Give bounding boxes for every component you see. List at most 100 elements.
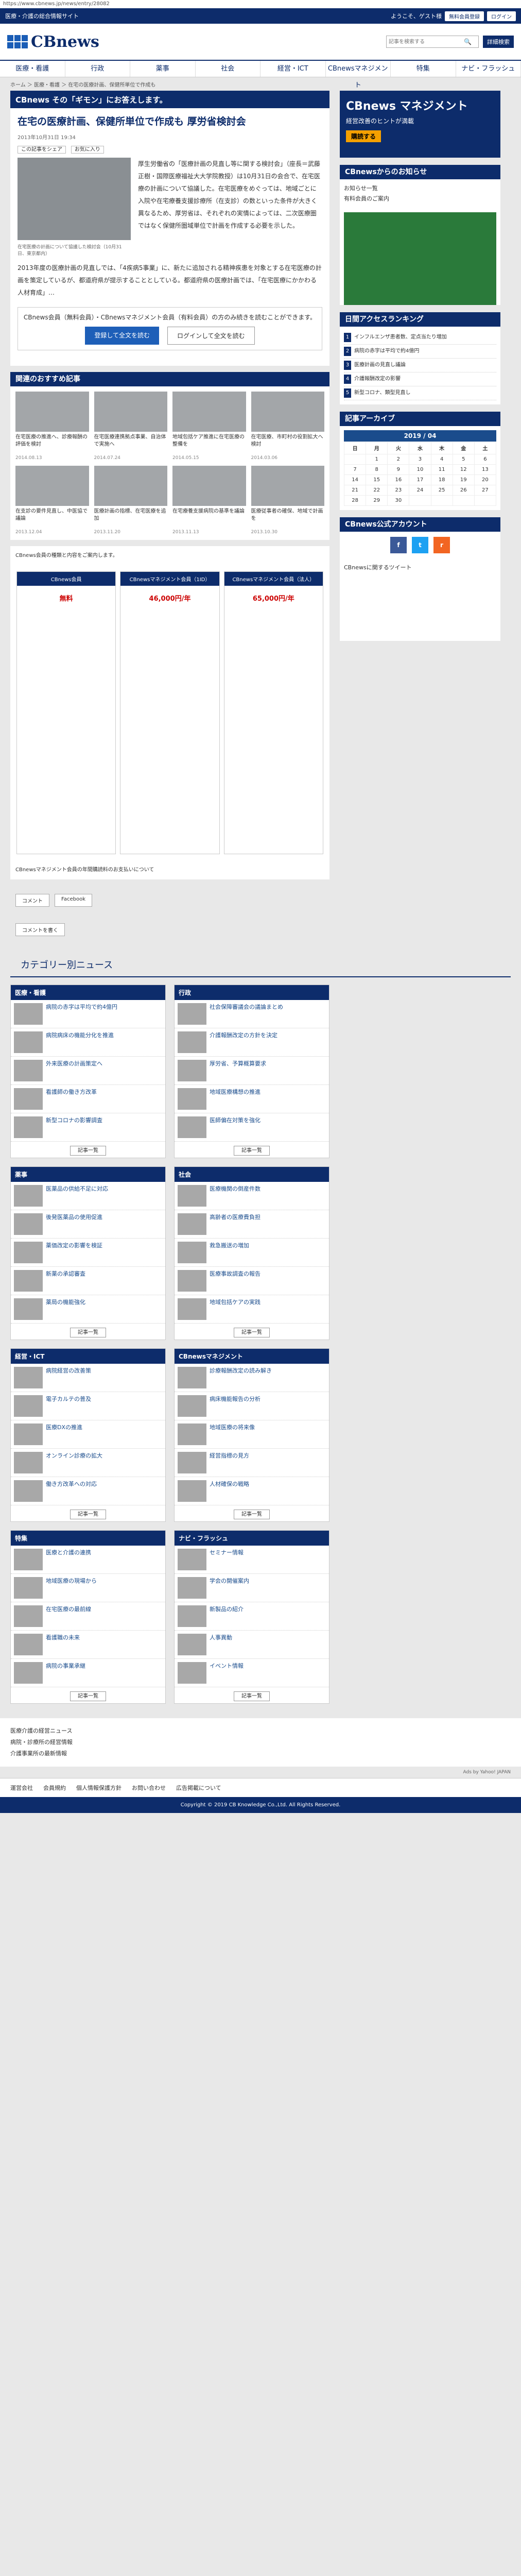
calendar-day[interactable]: 2 bbox=[387, 453, 410, 465]
related-item[interactable]: 在宅医療の推進へ、診療報酬の評価を検討 2014.08.13 bbox=[15, 391, 89, 461]
calendar-day[interactable] bbox=[343, 453, 367, 465]
category-item[interactable]: 新型コロナの影響調査 bbox=[11, 1113, 165, 1142]
category-item[interactable]: 救急搬送の増加 bbox=[175, 1239, 329, 1267]
calendar-day[interactable]: 30 bbox=[387, 495, 410, 506]
category-item[interactable]: 看護師の働き方改革 bbox=[11, 1085, 165, 1113]
facebook-icon[interactable]: f bbox=[390, 536, 407, 553]
calendar-day[interactable]: 23 bbox=[387, 484, 410, 496]
related-title[interactable]: 在支診の要件見直し、中医協で議論 bbox=[15, 508, 89, 530]
category-item-title[interactable]: 医療事故調査の報告 bbox=[210, 1270, 260, 1278]
category-item[interactable]: 介護報酬改定の方針を決定 bbox=[175, 1028, 329, 1057]
more-button[interactable]: 記事一覧 bbox=[234, 1327, 270, 1337]
category-item-title[interactable]: 厚労省、予算概算要求 bbox=[210, 1060, 266, 1067]
category-item[interactable]: 後発医薬品の使用促進 bbox=[11, 1210, 165, 1239]
category-item[interactable]: 社会保障審議会の議論まとめ bbox=[175, 1000, 329, 1028]
category-heading[interactable]: 医療・看護 bbox=[11, 985, 165, 1000]
promo-banner[interactable]: CBnews その「ギモン」にお答えします。 bbox=[10, 91, 329, 108]
footer-nav-item[interactable]: 会員規約 bbox=[43, 1784, 66, 1792]
category-item-title[interactable]: 病院経営の改善策 bbox=[46, 1367, 91, 1375]
search-input[interactable] bbox=[387, 36, 464, 47]
category-item-title[interactable]: 経営指標の見方 bbox=[210, 1452, 249, 1460]
search-icon[interactable]: 🔍 bbox=[464, 38, 472, 45]
login-button[interactable]: ログイン bbox=[487, 11, 516, 21]
category-item-title[interactable]: 救急搬送の増加 bbox=[210, 1242, 249, 1249]
category-item[interactable]: 新薬の承認審査 bbox=[11, 1267, 165, 1295]
category-item[interactable]: 医師偏在対策を強化 bbox=[175, 1113, 329, 1142]
category-heading[interactable]: 行政 bbox=[175, 985, 329, 1000]
related-item[interactable]: 在支診の要件見直し、中医協で議論 2013.12.04 bbox=[15, 465, 89, 535]
related-item[interactable]: 医療従事者の確保、地域で計画を 2013.10.30 bbox=[251, 465, 324, 535]
calendar-day[interactable]: 29 bbox=[366, 495, 388, 506]
category-item-title[interactable]: 医薬品の供給不足に対応 bbox=[46, 1185, 108, 1193]
related-title[interactable]: 在宅医療連携拠点事業、自治体で実施へ bbox=[94, 434, 168, 455]
subscribe-button[interactable]: 購読する bbox=[346, 130, 381, 142]
calendar-day[interactable]: 1 bbox=[366, 453, 388, 465]
calendar-day[interactable]: 4 bbox=[430, 453, 453, 465]
more-button[interactable]: 記事一覧 bbox=[70, 1145, 106, 1156]
footer-link[interactable]: 医療介護の経営ニュース bbox=[10, 1725, 511, 1737]
related-title[interactable]: 在宅医療、市町村の役割拡大へ検討 bbox=[251, 434, 325, 455]
category-item-title[interactable]: 看護職の未来 bbox=[46, 1634, 80, 1641]
category-item[interactable]: 電子カルテの普及 bbox=[11, 1392, 165, 1420]
category-item-title[interactable]: 地域医療の将来像 bbox=[210, 1423, 255, 1431]
category-item[interactable]: 外来医療の計画策定へ bbox=[11, 1057, 165, 1085]
footer-nav-item[interactable]: 広告掲載について bbox=[176, 1784, 221, 1792]
category-heading[interactable]: 経営・ICT bbox=[11, 1348, 165, 1364]
category-item-title[interactable]: 在宅医療の最前線 bbox=[46, 1605, 91, 1613]
twitter-icon[interactable]: t bbox=[412, 536, 428, 553]
category-item[interactable]: 働き方改革への対応 bbox=[11, 1477, 165, 1505]
category-item-title[interactable]: 病院の赤字は平均で約4億円 bbox=[46, 1003, 117, 1011]
share-button[interactable]: この記事をシェア bbox=[18, 145, 66, 154]
category-item-title[interactable]: 薬局の機能強化 bbox=[46, 1298, 85, 1306]
calendar-day[interactable]: 26 bbox=[452, 484, 475, 496]
category-item[interactable]: 人事異動 bbox=[175, 1631, 329, 1659]
calendar-day[interactable]: 27 bbox=[474, 484, 497, 496]
category-item[interactable]: 地域医療の将来像 bbox=[175, 1420, 329, 1449]
category-item-title[interactable]: 地域包括ケアの実践 bbox=[210, 1298, 260, 1306]
category-item[interactable]: 経営指標の見方 bbox=[175, 1449, 329, 1477]
register-button[interactable]: 無料会員登録 bbox=[445, 11, 484, 21]
write-comment-button[interactable]: コメントを書く bbox=[15, 923, 65, 936]
category-item[interactable]: 病院の赤字は平均で約4億円 bbox=[11, 1000, 165, 1028]
nav-item[interactable]: 薬事 bbox=[130, 61, 196, 77]
category-item-title[interactable]: 人事異動 bbox=[210, 1634, 232, 1641]
calendar-day[interactable]: 21 bbox=[343, 484, 367, 496]
footer-nav-item[interactable]: 運営会社 bbox=[10, 1784, 33, 1792]
category-item[interactable]: 高齢者の医療費負担 bbox=[175, 1210, 329, 1239]
category-item-title[interactable]: 看護師の働き方改革 bbox=[46, 1088, 97, 1096]
calendar-day[interactable]: 8 bbox=[366, 464, 388, 475]
category-heading[interactable]: 薬事 bbox=[11, 1166, 165, 1182]
ranking-item[interactable]: 1 インフルエンザ患者数、定点当たり増加 bbox=[344, 331, 496, 345]
calendar-month[interactable]: 2019 / 04 bbox=[344, 430, 496, 442]
category-item-title[interactable]: セミナー情報 bbox=[210, 1549, 244, 1556]
calendar-day[interactable]: 11 bbox=[430, 464, 453, 475]
category-item[interactable]: 地域医療構想の推進 bbox=[175, 1085, 329, 1113]
category-item-title[interactable]: 介護報酬改定の方針を決定 bbox=[210, 1031, 277, 1039]
footer-link[interactable]: 介護事業所の最新情報 bbox=[10, 1748, 511, 1759]
management-ad[interactable]: CBnews マネジメント 経営改善のヒントが満載 購読する bbox=[340, 91, 500, 158]
category-item-title[interactable]: 新製品の紹介 bbox=[210, 1605, 244, 1613]
category-item[interactable]: 地域包括ケアの実践 bbox=[175, 1295, 329, 1324]
category-item[interactable]: 病院病床の機能分化を推進 bbox=[11, 1028, 165, 1057]
calendar-day[interactable]: 14 bbox=[343, 474, 367, 485]
calendar-day[interactable] bbox=[409, 495, 431, 506]
calendar-day[interactable]: 5 bbox=[452, 453, 475, 465]
category-item[interactable]: 診療報酬改定の読み解き bbox=[175, 1364, 329, 1392]
ranking-item[interactable]: 5 新型コロナ、類型見直し bbox=[344, 386, 496, 400]
ranking-item[interactable]: 3 医療計画の見直し議論 bbox=[344, 359, 496, 372]
category-item-title[interactable]: 後発医薬品の使用促進 bbox=[46, 1213, 102, 1221]
category-item[interactable]: オンライン診療の拡大 bbox=[11, 1449, 165, 1477]
related-title[interactable]: 医療計画の指標、在宅医療を追加 bbox=[94, 508, 168, 530]
calendar-day[interactable] bbox=[452, 495, 475, 506]
category-item[interactable]: 人材確保の戦略 bbox=[175, 1477, 329, 1505]
category-item[interactable]: 薬局の機能強化 bbox=[11, 1295, 165, 1324]
nav-item[interactable]: 行政 bbox=[65, 61, 130, 77]
ranking-item[interactable]: 2 病院の赤字は平均で約4億円 bbox=[344, 345, 496, 359]
related-title[interactable]: 在宅療養支援病院の基準を議論 bbox=[172, 508, 246, 530]
related-item[interactable]: 在宅医療連携拠点事業、自治体で実施へ 2014.07.24 bbox=[94, 391, 168, 461]
ranking-title[interactable]: 新型コロナ、類型見直し bbox=[354, 388, 411, 398]
related-title[interactable]: 在宅医療の推進へ、診療報酬の評価を検討 bbox=[15, 434, 89, 455]
ranking-title[interactable]: 介護報酬改定の影響 bbox=[354, 375, 401, 384]
ranking-title[interactable]: 病院の赤字は平均で約4億円 bbox=[354, 347, 419, 356]
comment-button[interactable]: コメント bbox=[15, 893, 49, 907]
